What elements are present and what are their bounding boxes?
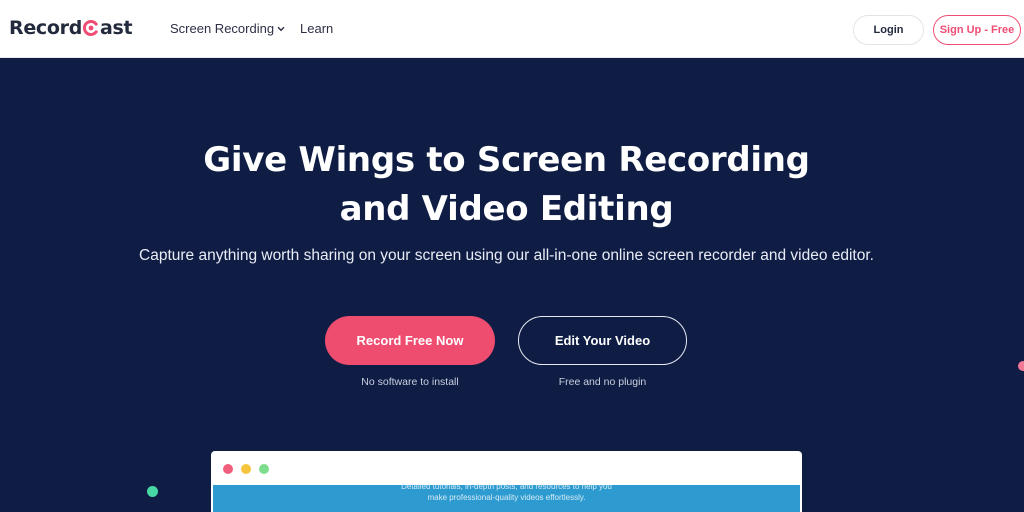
edit-your-video-button[interactable]: Edit Your Video [518,316,687,365]
recordcast-logo[interactable]: Record ast [9,17,133,39]
nav-learn-label: Learn [300,21,334,36]
hero-section: Give Wings to Screen Recording and Video… [0,58,1024,512]
hero-subtitle: Capture anything worth sharing on your s… [139,247,874,264]
signup-button[interactable]: Sign Up - Free [933,15,1021,45]
window-minimize-dot-icon [241,464,251,474]
app-preview-window: Detailed tutorials, in-depth posts, and … [211,451,802,512]
edit-note: Free and no plugin [558,376,647,388]
chevron-down-icon [277,26,285,31]
hero-title-line1: Give Wings to Screen Recording [203,140,810,180]
login-button[interactable]: Login [853,15,924,45]
top-navbar: Record ast Screen Recording Learn Login … [0,0,1024,58]
decorative-pink-dot [1018,361,1024,371]
nav-learn[interactable]: Learn [300,21,333,36]
record-note: No software to install [361,376,459,388]
record-free-now-button[interactable]: Record Free Now [325,316,495,365]
window-close-dot-icon [223,464,233,474]
decorative-green-dot [147,486,158,497]
logo-text-part1: Record [9,17,83,39]
preview-content: Detailed tutorials, in-depth posts, and … [213,482,800,512]
logo-text-part2: ast [100,17,133,39]
nav-screen-recording-label: Screen Recording [170,21,275,36]
record-c-icon [83,20,98,36]
preview-text-line2: make professional-quality videos effortl… [427,493,586,502]
hero-title-line2: and Video Editing [339,189,674,229]
window-maximize-dot-icon [259,464,269,474]
nav-screen-recording[interactable]: Screen Recording [170,21,285,36]
hero-title: Give Wings to Screen Recording and Video… [0,136,1013,234]
preview-text: Detailed tutorials, in-depth posts, and … [213,481,800,503]
preview-text-line1: Detailed tutorials, in-depth posts, and … [401,482,612,491]
